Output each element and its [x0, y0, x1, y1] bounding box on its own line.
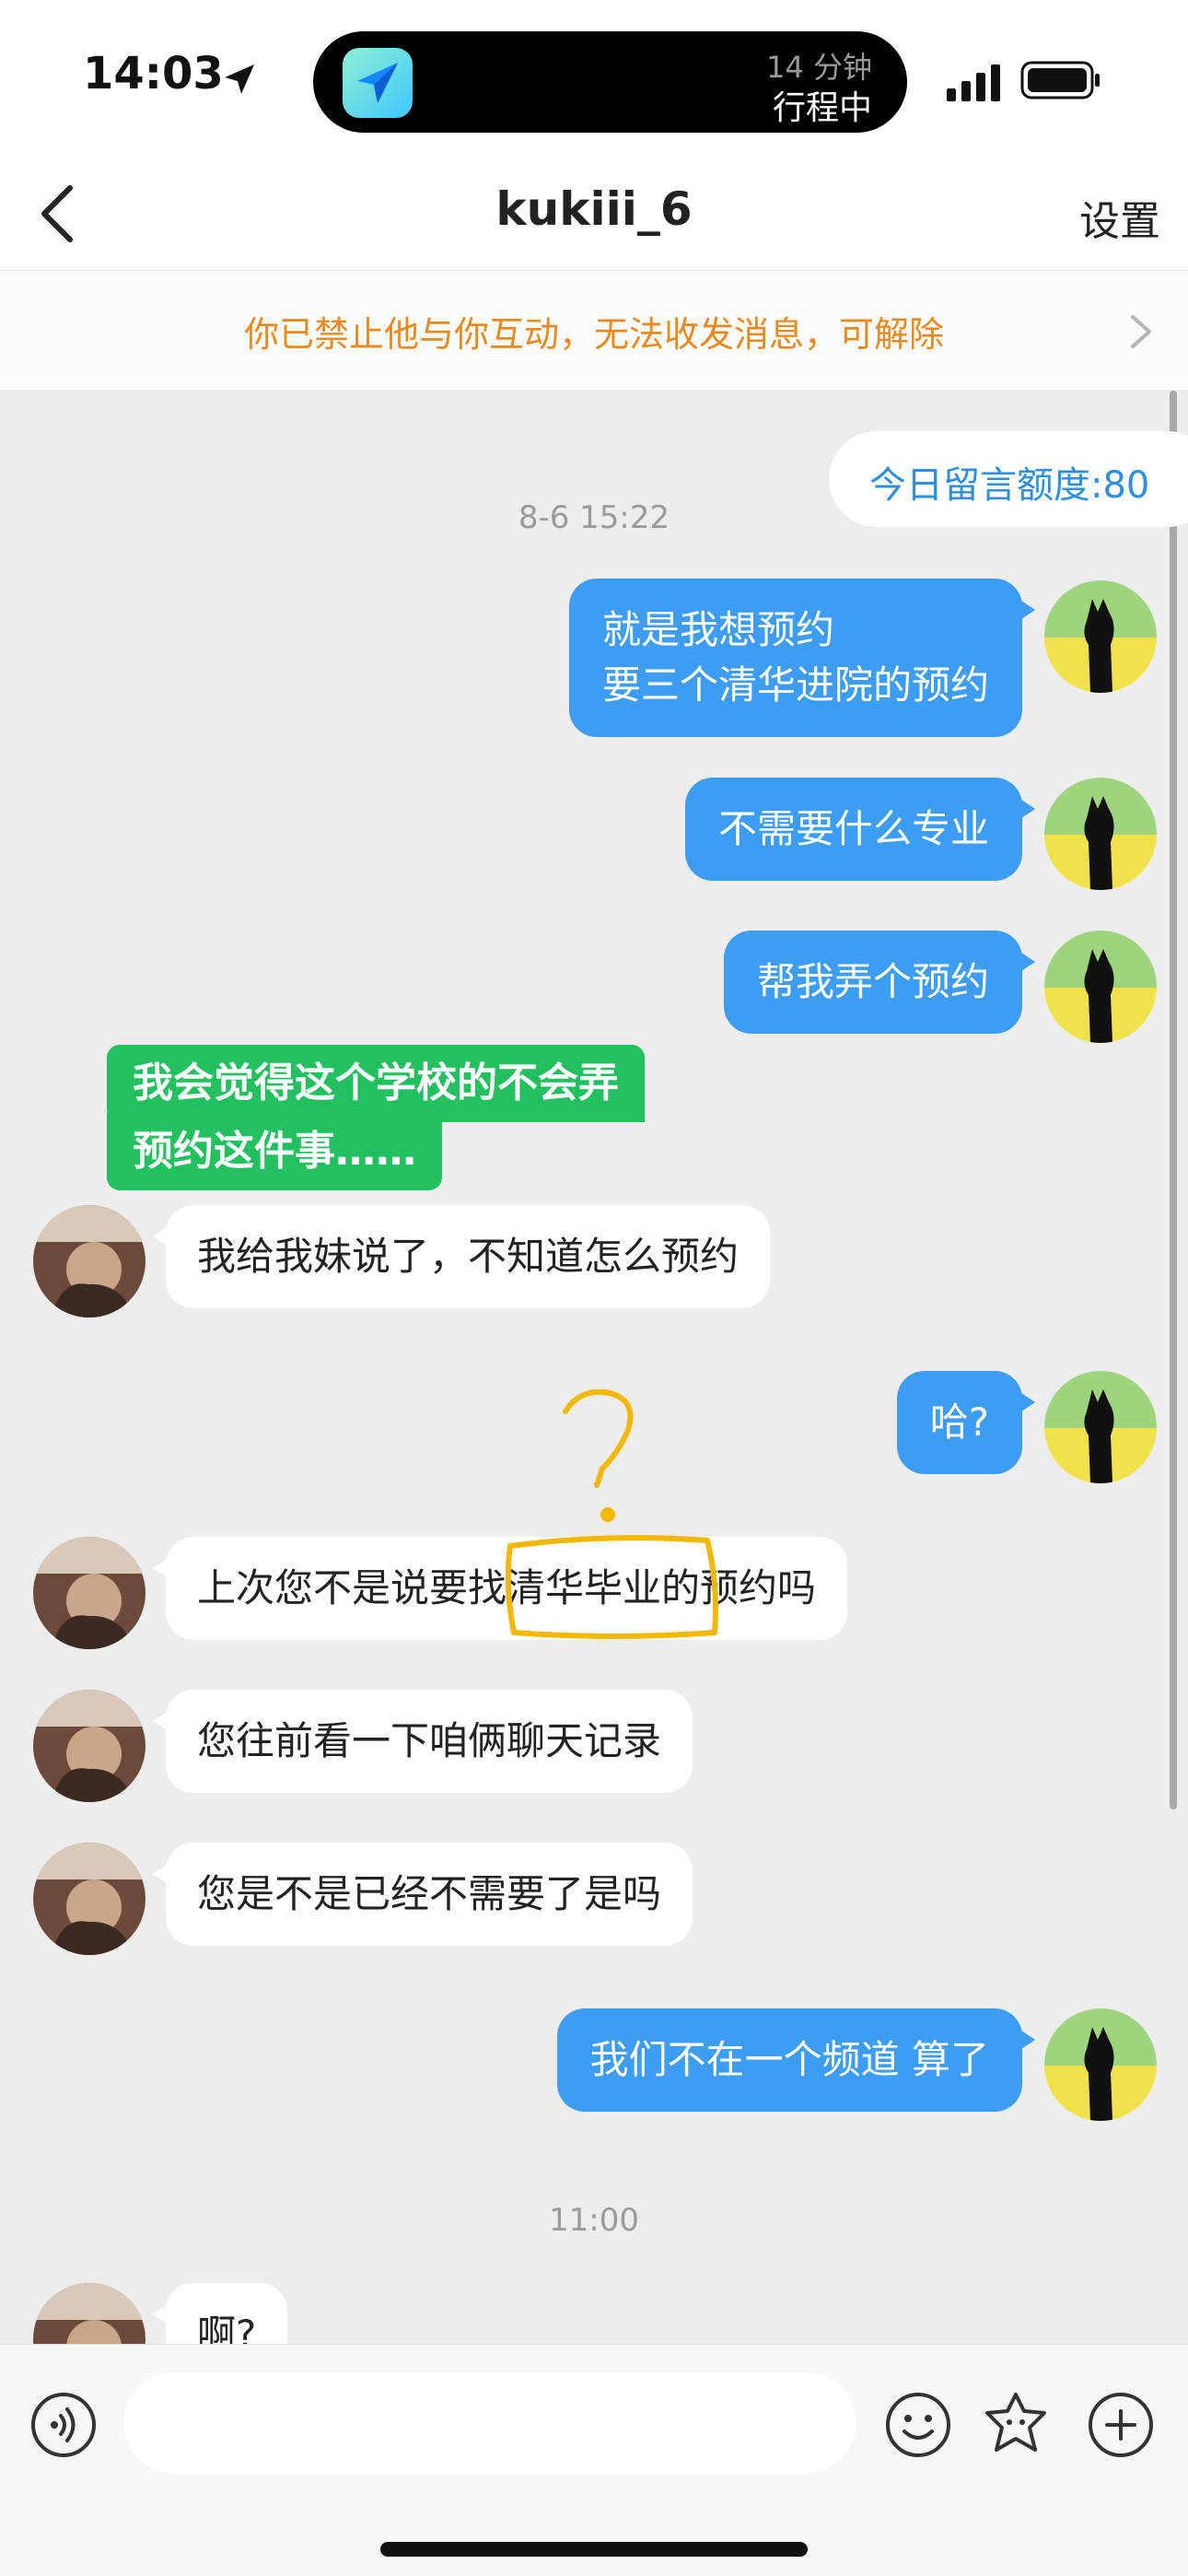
- message-line: 您是不是已经不需要了是吗: [197, 1871, 662, 1916]
- message-line: 哈?: [929, 1399, 989, 1445]
- message-line: 帮我弄个预约: [756, 959, 989, 1004]
- battery-icon: [1020, 61, 1100, 100]
- block-notice-banner[interactable]: 你已禁止他与你互动，无法收发消息，可解除: [0, 271, 1188, 391]
- my-avatar[interactable]: [1044, 931, 1157, 1043]
- chat-header: kukiii_6 设置: [0, 157, 1188, 271]
- status-time: 14:03: [83, 48, 224, 100]
- message-line: 我们不在一个频道 算了: [589, 2037, 989, 2082]
- overlay-caption-line: 我会觉得这个学校的不会弄: [107, 1045, 645, 1122]
- timestamp: 11:00: [549, 2202, 639, 2239]
- message-bubble-theirs[interactable]: 我给我妹说了，不知道怎么预约: [152, 1205, 771, 1308]
- message-bubble-mine[interactable]: 就是我想预约 要三个清华进院的预约: [568, 579, 1036, 737]
- message-line: 啊?: [197, 2312, 257, 2344]
- message-bubble-mine[interactable]: 哈?: [896, 1371, 1036, 1474]
- circle-highlight-annotation: [505, 1535, 718, 1639]
- timestamp: 8-6 15:22: [518, 499, 670, 536]
- message-line: 不需要什么专业: [717, 806, 989, 851]
- settings-button[interactable]: 设置: [1079, 188, 1160, 247]
- contact-avatar[interactable]: [33, 2283, 146, 2344]
- overlay-caption-line: 预约这件事……: [107, 1113, 442, 1190]
- plus-icon[interactable]: [1087, 2391, 1155, 2459]
- message-line: 要三个清华进院的预约: [601, 662, 989, 708]
- home-indicator[interactable]: [380, 2542, 808, 2557]
- message-bubble-theirs[interactable]: 啊?: [152, 2283, 288, 2344]
- message-input[interactable]: [123, 2372, 856, 2474]
- location-arrow-icon: [225, 64, 254, 94]
- my-avatar[interactable]: [1044, 1371, 1157, 1483]
- question-mark-annotation-icon: [563, 1389, 634, 1522]
- cellular-signal-icon: [947, 64, 1000, 101]
- my-avatar[interactable]: [1044, 778, 1157, 890]
- message-bubble-mine[interactable]: 帮我弄个预约: [723, 931, 1036, 1034]
- message-line: 我给我妹说了，不知道怎么预约: [197, 1234, 740, 1279]
- sticker-icon[interactable]: [982, 2391, 1050, 2459]
- message-line: 就是我想预约: [601, 607, 834, 652]
- chevron-right-icon: [1131, 315, 1151, 348]
- conversation-title: kukiii_6: [495, 182, 693, 236]
- message-list[interactable]: 今日留言额度:80 8-6 15:22 就是我想预约 要三个清华进院的预约 不需…: [0, 391, 1188, 2344]
- my-avatar[interactable]: [1044, 580, 1157, 693]
- message-bubble-mine[interactable]: 我们不在一个频道 算了: [556, 2008, 1036, 2112]
- contact-avatar[interactable]: [33, 1205, 146, 1317]
- message-bubble-theirs[interactable]: 您是不是已经不需要了是吗: [152, 1843, 693, 1946]
- contact-avatar[interactable]: [33, 1843, 146, 1955]
- status-bar: 14:03 14 分钟 行程中: [0, 0, 1188, 157]
- message-bubble-theirs[interactable]: 您往前看一下咱俩聊天记录: [152, 1690, 693, 1793]
- island-status: 行程中: [772, 89, 872, 127]
- dynamic-island[interactable]: 14 分钟 行程中: [313, 31, 907, 133]
- chat-screen: 14:03 14 分钟 行程中 kukiii_6 设置 你已禁止他与你互动，无法…: [0, 0, 1188, 2576]
- contact-avatar[interactable]: [33, 1690, 146, 1802]
- emoji-icon[interactable]: [884, 2391, 952, 2459]
- input-bar: [0, 2344, 1188, 2576]
- navigation-app-icon: [343, 48, 413, 118]
- scrollbar[interactable]: [1170, 391, 1177, 1809]
- voice-icon[interactable]: [29, 2391, 98, 2459]
- message-bubble-mine[interactable]: 不需要什么专业: [684, 778, 1036, 881]
- message-line: 您往前看一下咱俩聊天记录: [197, 1718, 662, 1763]
- my-avatar[interactable]: [1044, 2008, 1157, 2121]
- block-notice-text: 你已禁止他与你互动，无法收发消息，可解除: [243, 314, 944, 355]
- contact-avatar[interactable]: [33, 1537, 146, 1649]
